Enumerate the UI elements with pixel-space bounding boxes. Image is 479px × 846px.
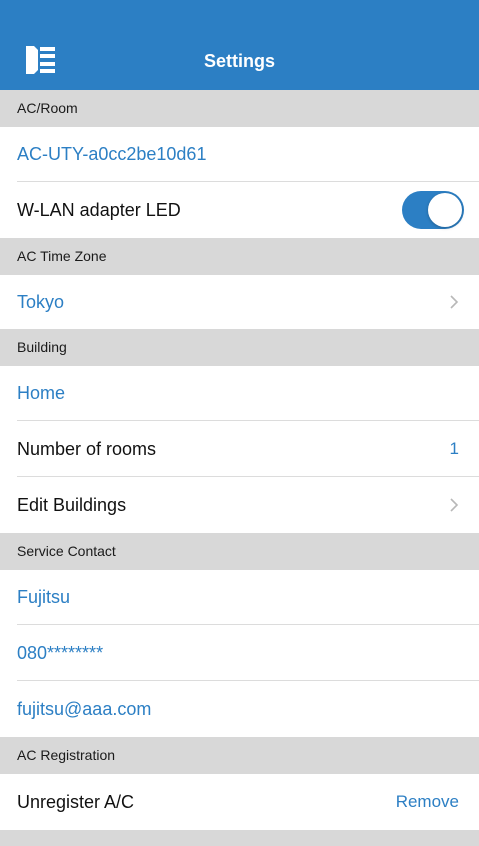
unregister-row: Unregister A/C Remove [0,774,479,830]
number-of-rooms-label: Number of rooms [17,438,157,459]
section-header-time-zone: AC Time Zone [0,238,479,275]
time-zone-value: Tokyo [17,291,65,312]
service-phone-link: 080******** [17,642,104,663]
chevron-right-icon [449,497,459,513]
remove-button[interactable]: Remove [396,792,459,812]
service-email-row[interactable]: fujitsu@aaa.com [0,681,479,737]
wlan-led-toggle[interactable] [402,191,464,229]
device-name-row[interactable]: AC-UTY-a0cc2be10d61 [0,127,479,182]
page-title: Settings [203,51,275,71]
chevron-right-icon [449,294,459,310]
settings-screen: Settings AC/Room AC-UTY-a0cc2be10d61 W-L… [0,0,479,846]
section-header-building: Building [0,329,479,366]
time-zone-row[interactable]: Tokyo [0,275,479,329]
service-company-label: Fujitsu [17,587,71,607]
service-company-row[interactable]: Fujitsu [0,570,479,625]
device-name-label: AC-UTY-a0cc2be10d61 [17,144,207,164]
service-phone-row[interactable]: 080******** [0,625,479,681]
edit-buildings-row[interactable]: Edit Buildings [0,477,479,533]
building-name-label: Home [17,383,66,403]
bottom-section-band [0,830,479,846]
number-of-rooms-value: 1 [449,439,459,458]
wlan-led-row: W-LAN adapter LED [0,182,479,238]
toggle-knob [428,193,462,227]
section-header-service-contact: Service Contact [0,533,479,570]
section-header-ac-room: AC/Room [0,90,479,127]
service-email-link: fujitsu@aaa.com [17,698,152,719]
edit-buildings-label: Edit Buildings [17,494,127,515]
navigation-bar: Settings [0,0,479,90]
number-of-rooms-row: Number of rooms 1 [0,421,479,477]
section-header-registration: AC Registration [0,737,479,774]
building-name-row[interactable]: Home [0,366,479,421]
